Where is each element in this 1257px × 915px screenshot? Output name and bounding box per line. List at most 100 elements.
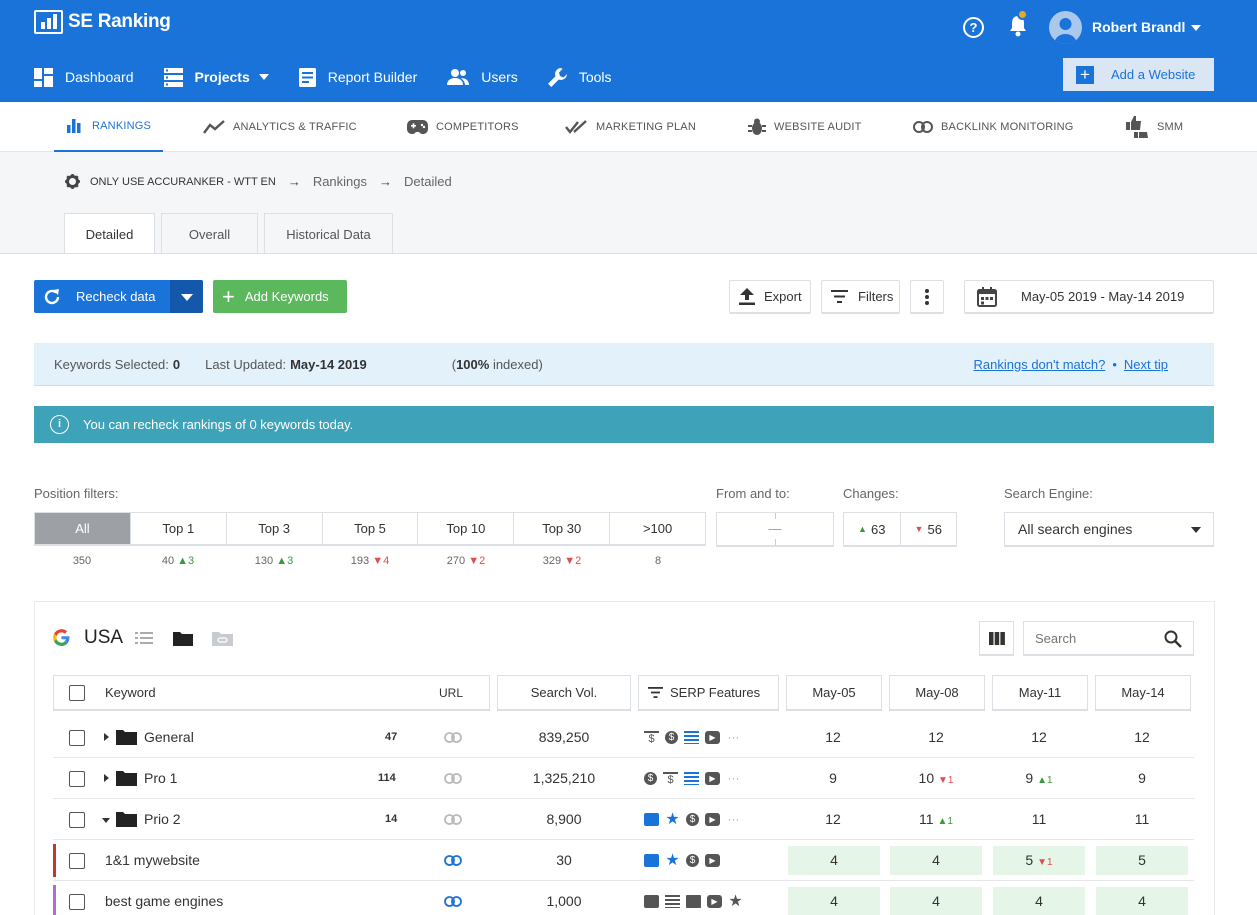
position-filter-top30[interactable]: Top 30 — [514, 513, 611, 544]
indexed-label: indexed — [492, 356, 539, 372]
help-icon[interactable]: ? — [963, 17, 984, 38]
avatar[interactable] — [1049, 11, 1082, 44]
chevron-right-icon[interactable] — [104, 774, 109, 782]
position-may-14: 11 — [1134, 811, 1150, 827]
table-search — [1023, 621, 1194, 656]
more-horizontal-icon[interactable]: ··· — [726, 772, 741, 785]
search-volume-column-header[interactable]: Search Vol. — [497, 675, 631, 711]
breadcrumb-project[interactable]: ONLY USE ACCURANKER - WTT EN — [90, 176, 276, 188]
row-checkbox[interactable] — [69, 771, 85, 787]
chevron-down-icon[interactable] — [1191, 25, 1201, 31]
row-checkbox[interactable] — [69, 853, 85, 869]
date-column-header[interactable]: May-14 — [1095, 675, 1191, 711]
search-icon[interactable] — [1164, 630, 1182, 648]
link-view-icon[interactable] — [212, 630, 233, 646]
serp-features: ★ $ ▶ — [644, 853, 720, 869]
select-all-checkbox[interactable] — [69, 684, 85, 701]
nav-users[interactable]: Users — [447, 66, 518, 88]
tab-historical-data[interactable]: Historical Data — [264, 213, 393, 254]
breadcrumb-page: Detailed — [404, 174, 452, 189]
folder-view-icon[interactable] — [173, 630, 193, 646]
changes-up-button[interactable]: ▲ 63 — [844, 513, 901, 545]
position-filter-top3[interactable]: Top 3 — [227, 513, 323, 544]
row-checkbox[interactable] — [69, 894, 85, 910]
more-horizontal-icon[interactable]: ··· — [726, 731, 741, 744]
list-view-icon[interactable] — [135, 632, 153, 644]
link-icon[interactable] — [444, 896, 462, 907]
add-website-button[interactable]: + Add a Website — [1063, 58, 1214, 91]
search-input[interactable] — [1024, 622, 1154, 654]
row-checkbox[interactable] — [69, 730, 85, 746]
link-icon[interactable] — [444, 773, 462, 784]
chevron-down-icon[interactable] — [102, 818, 110, 823]
position-may-11: 4 — [993, 887, 1085, 915]
date-header-label: May-14 — [1121, 685, 1165, 700]
tab-analytics[interactable]: ANALYTICS & TRAFFIC — [203, 102, 357, 152]
link-icon[interactable] — [444, 732, 462, 743]
tab-detailed[interactable]: Detailed — [64, 213, 155, 254]
group-name[interactable]: General — [144, 729, 194, 745]
tab-backlink-monitoring[interactable]: BACKLINK MONITORING — [913, 102, 1074, 152]
nav-dashboard[interactable]: Dashboard — [34, 66, 134, 88]
filter-icon — [648, 687, 663, 698]
add-keywords-button[interactable]: + Add Keywords — [213, 280, 347, 313]
tab-label: Historical Data — [286, 226, 371, 242]
tab-competitors[interactable]: COMPETITORS — [407, 102, 519, 152]
tab-website-audit[interactable]: WEBSITE AUDIT — [748, 102, 862, 152]
link-icon[interactable] — [444, 855, 462, 866]
chevron-right-icon[interactable] — [104, 733, 109, 741]
nav-projects[interactable]: Projects — [163, 66, 269, 88]
filters-label: Filters — [858, 289, 894, 304]
serp-header-label: SERP Features — [670, 685, 761, 700]
group-name[interactable]: Pro 1 — [144, 770, 177, 786]
keyword-column-header[interactable]: Keyword URL — [53, 675, 490, 711]
tab-marketing-plan[interactable]: MARKETING PLAN — [565, 102, 696, 152]
date-range-value: May-05 2019 - May-14 2019 — [1021, 289, 1185, 304]
more-horizontal-icon[interactable]: ··· — [726, 813, 741, 826]
date-range-picker[interactable]: May-05 2019 - May-14 2019 — [964, 280, 1214, 314]
position-filter-all[interactable]: All — [35, 513, 131, 544]
changes-down-button[interactable]: ▼ 56 — [901, 513, 957, 545]
recheck-dropdown[interactable] — [170, 280, 203, 313]
url-header-label: URL — [438, 685, 463, 700]
keyword-name[interactable]: 1&1 mywebsite — [105, 852, 200, 868]
user-name[interactable]: Robert Brandl — [1092, 19, 1185, 35]
position-filter-top10[interactable]: Top 10 — [418, 513, 515, 544]
date-column-header[interactable]: May-11 — [992, 675, 1088, 711]
rankings-mismatch-link[interactable]: Rankings don't match? — [974, 357, 1106, 372]
logo[interactable]: SE Ranking — [34, 10, 171, 34]
serp-features: ★ $ ▶ ··· — [644, 812, 741, 828]
export-button[interactable]: Export — [729, 280, 811, 314]
next-tip-link[interactable]: Next tip — [1124, 357, 1168, 372]
position-may-05: 12 — [825, 811, 841, 827]
nav-report-builder[interactable]: Report Builder — [298, 66, 417, 88]
position-filter-top5[interactable]: Top 5 — [323, 513, 419, 544]
position-filter-top1[interactable]: Top 1 — [131, 513, 227, 544]
tab-smm[interactable]: SMM — [1125, 102, 1183, 152]
filters-button[interactable]: Filters — [821, 280, 900, 314]
gamepad-icon — [407, 120, 428, 134]
date-column-header[interactable]: May-08 — [889, 675, 985, 711]
date-column-header[interactable]: May-05 — [786, 675, 882, 711]
recheck-data-button[interactable]: Recheck data — [34, 280, 203, 313]
breadcrumb: ONLY USE ACCURANKER - WTT EN → Rankings … — [65, 174, 452, 189]
columns-button[interactable] — [979, 621, 1014, 656]
tab-rankings[interactable]: RANKINGS — [54, 102, 163, 152]
link-icon[interactable] — [444, 814, 462, 825]
gear-icon[interactable] — [65, 174, 80, 189]
tab-overall[interactable]: Overall — [161, 213, 258, 254]
tab-label: ANALYTICS & TRAFFIC — [233, 121, 357, 133]
search-engine-select[interactable]: All search engines — [1004, 512, 1214, 547]
group-name[interactable]: Prio 2 — [144, 811, 181, 827]
serp-features-column-header[interactable]: SERP Features — [638, 675, 779, 711]
info-bar: Keywords Selected: 0 Last Updated: May-1… — [34, 343, 1214, 386]
nav-tools[interactable]: Tools — [547, 66, 612, 88]
keyword-name[interactable]: best game engines — [105, 893, 223, 909]
from-to-input[interactable]: — — [716, 512, 834, 547]
row-checkbox[interactable] — [69, 812, 85, 828]
breadcrumb-section[interactable]: Rankings — [313, 174, 367, 189]
more-options-button[interactable] — [910, 280, 944, 314]
position-filter-over100[interactable]: >100 — [610, 513, 705, 544]
folder-icon — [116, 730, 137, 745]
changes-label: Changes: — [843, 486, 899, 501]
